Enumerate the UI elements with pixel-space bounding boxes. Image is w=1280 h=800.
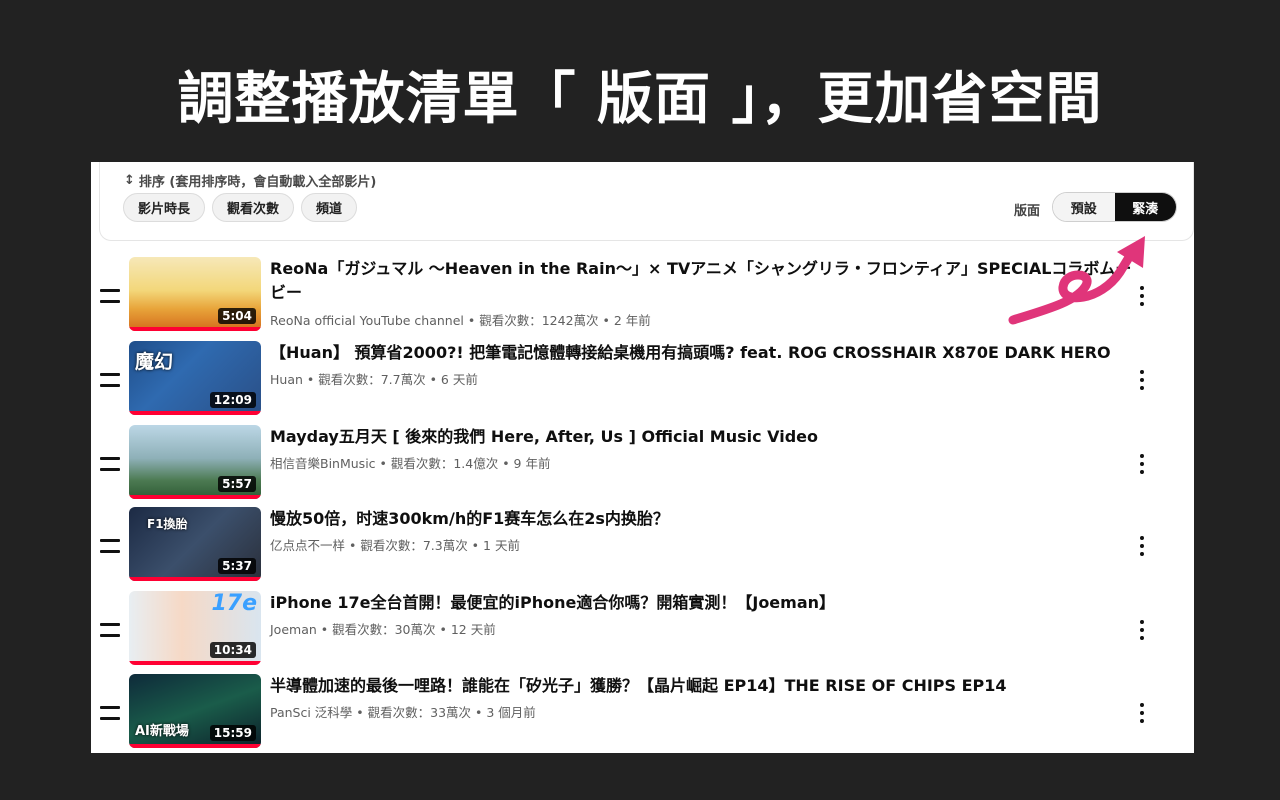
video-meta: ReoNa official YouTube channel • 觀看次數：12… bbox=[270, 313, 651, 328]
more-options-icon[interactable] bbox=[1138, 703, 1146, 723]
thumbnail-caption: F1換胎 bbox=[147, 517, 188, 531]
watch-progress-bar bbox=[129, 411, 261, 415]
watch-progress-bar bbox=[129, 577, 261, 581]
playlist-row[interactable]: 魔幻 12:09 【Huan】 預算省2000?! 把筆電記憶體轉接給桌機用有搞… bbox=[91, 341, 1194, 419]
drag-handle-icon[interactable] bbox=[100, 539, 120, 553]
sort-chip-views[interactable]: 觀看次數 bbox=[212, 193, 295, 222]
drag-handle-icon[interactable] bbox=[100, 457, 120, 471]
video-title[interactable]: 【Huan】 預算省2000?! 把筆電記憶體轉接給桌機用有搞頭嗎? feat.… bbox=[270, 341, 1140, 365]
video-thumbnail[interactable]: F1換胎 5:37 bbox=[129, 507, 261, 581]
video-thumbnail[interactable]: 5:04 bbox=[129, 257, 261, 331]
sort-chip-duration[interactable]: 影片時長 bbox=[123, 193, 206, 222]
more-options-icon[interactable] bbox=[1138, 536, 1146, 556]
curved-arrow-icon bbox=[1008, 236, 1145, 325]
video-thumbnail[interactable]: 17e 10:34 bbox=[129, 591, 261, 665]
drag-handle-icon[interactable] bbox=[100, 623, 120, 637]
video-thumbnail[interactable]: 5:57 bbox=[129, 425, 261, 499]
video-duration: 5:57 bbox=[218, 476, 256, 492]
video-duration: 5:37 bbox=[218, 558, 256, 574]
video-title[interactable]: 慢放50倍，时速300km/h的F1赛车怎么在2s内换胎？ bbox=[270, 507, 1140, 531]
thumbnail-caption: 17e bbox=[211, 591, 257, 616]
layout-toggle: 預設 緊湊 bbox=[1052, 192, 1177, 222]
sort-arrows-icon: ↕ bbox=[124, 173, 135, 188]
more-options-icon[interactable] bbox=[1138, 370, 1146, 390]
video-duration: 12:09 bbox=[209, 392, 256, 408]
video-title[interactable]: 半導體加速的最後一哩路！誰能在「矽光子」獲勝？【晶片崛起 EP14】THE RI… bbox=[270, 674, 1140, 698]
more-options-icon[interactable] bbox=[1138, 454, 1146, 474]
video-thumbnail[interactable]: AI新戰場 15:59 bbox=[129, 674, 261, 748]
playlist-row[interactable]: AI新戰場 15:59 半導體加速的最後一哩路！誰能在「矽光子」獲勝？【晶片崛起… bbox=[91, 674, 1194, 752]
video-meta: Joeman • 觀看次數：30萬次 • 12 天前 bbox=[270, 622, 496, 637]
page-headline: 調整播放清單「 版面 」，更加省空間 bbox=[177, 67, 1103, 132]
video-duration: 10:34 bbox=[209, 642, 256, 658]
playlist-row[interactable]: 5:57 Mayday五月天 [ 後來的我們 Here, After, Us ]… bbox=[91, 425, 1194, 503]
watch-progress-bar bbox=[129, 661, 261, 665]
video-duration: 5:04 bbox=[218, 308, 256, 324]
video-thumbnail[interactable]: 魔幻 12:09 bbox=[129, 341, 261, 415]
thumbnail-caption: 魔幻 bbox=[135, 351, 174, 373]
sort-hint: ↕ 排序 (套用排序時，會自動載入全部影片) bbox=[124, 171, 376, 190]
thumbnail-caption: AI新戰場 bbox=[135, 724, 189, 739]
video-meta: 相信音樂BinMusic • 觀看次數：1.4億次 • 9 年前 bbox=[270, 456, 551, 471]
video-title[interactable]: iPhone 17e全台首開！最便宜的iPhone適合你嗎？開箱實測！【Joem… bbox=[270, 591, 1140, 615]
video-title[interactable]: Mayday五月天 [ 後來的我們 Here, After, Us ] Offi… bbox=[270, 425, 1140, 449]
sort-hint-text: 排序 (套用排序時，會自動載入全部影片) bbox=[138, 175, 377, 190]
drag-handle-icon[interactable] bbox=[100, 289, 120, 303]
sort-chips: 影片時長 觀看次數 頻道 bbox=[123, 193, 358, 222]
video-meta: Huan • 觀看次數：7.7萬次 • 6 天前 bbox=[270, 372, 478, 387]
sort-toolbar: ↕ 排序 (套用排序時，會自動載入全部影片) 影片時長 觀看次數 頻道 版面 預… bbox=[99, 162, 1194, 241]
layout-label: 版面 bbox=[1014, 204, 1041, 219]
playlist-row[interactable]: F1換胎 5:37 慢放50倍，时速300km/h的F1赛车怎么在2s内换胎？ … bbox=[91, 507, 1194, 585]
drag-handle-icon[interactable] bbox=[100, 706, 120, 720]
playlist-row[interactable]: 17e 10:34 iPhone 17e全台首開！最便宜的iPhone適合你嗎？… bbox=[91, 591, 1194, 669]
watch-progress-bar bbox=[129, 327, 261, 331]
video-meta: PanSci 泛科學 • 觀看次數：33萬次 • 3 個月前 bbox=[270, 705, 536, 720]
sort-chip-channel[interactable]: 頻道 bbox=[301, 193, 358, 222]
watch-progress-bar bbox=[129, 744, 261, 748]
more-options-icon[interactable] bbox=[1138, 620, 1146, 640]
layout-option-compact[interactable]: 緊湊 bbox=[1114, 193, 1176, 221]
layout-option-default[interactable]: 預設 bbox=[1053, 193, 1115, 221]
video-meta: 亿点点不一样 • 觀看次數：7.3萬次 • 1 天前 bbox=[270, 538, 520, 553]
watch-progress-bar bbox=[129, 495, 261, 499]
video-duration: 15:59 bbox=[209, 725, 256, 741]
drag-handle-icon[interactable] bbox=[100, 373, 120, 387]
